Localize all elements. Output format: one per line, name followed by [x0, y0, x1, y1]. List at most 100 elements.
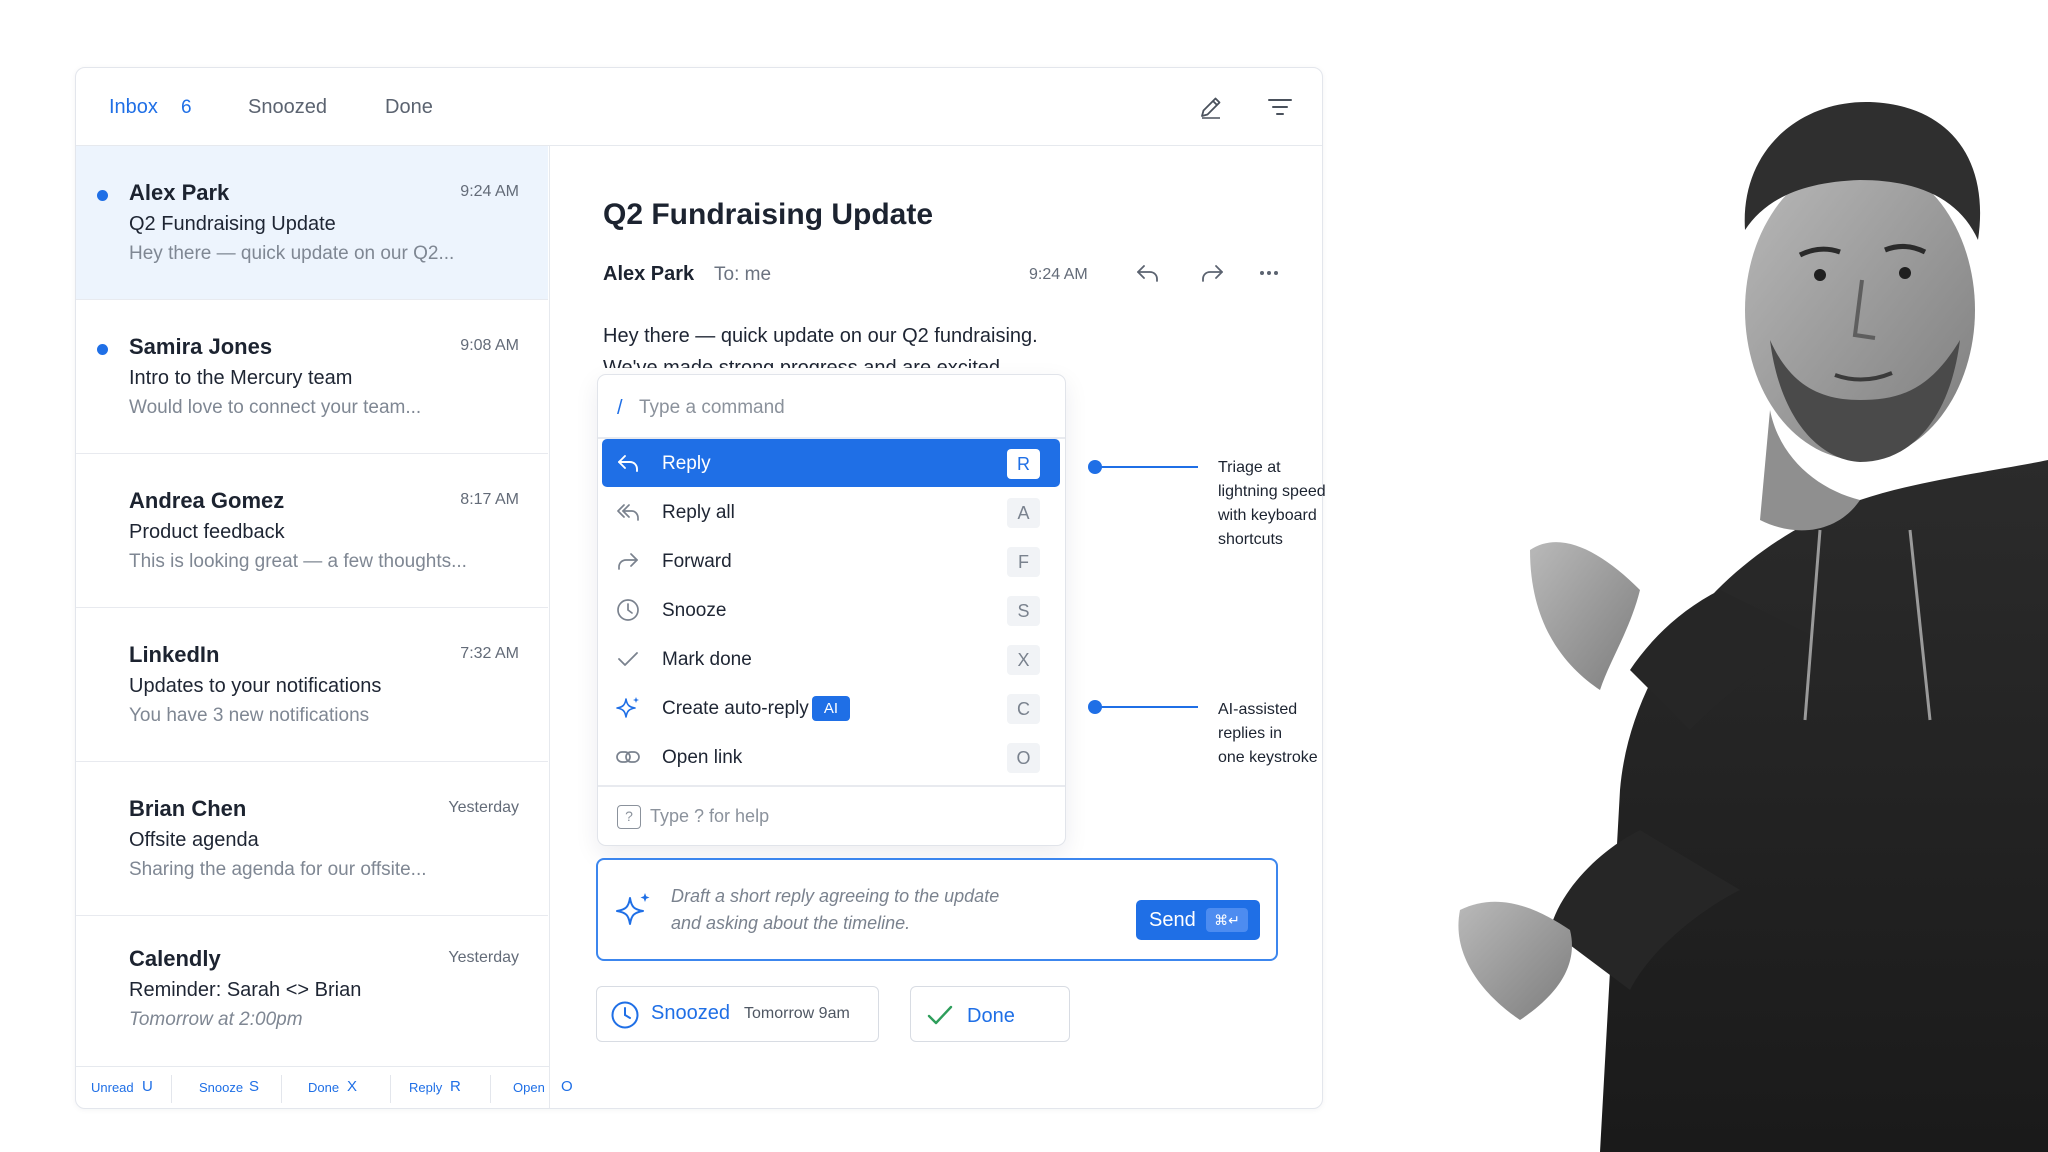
email-subject: Offsite agenda — [129, 829, 259, 851]
email-time: Yesterday — [448, 949, 519, 966]
command-create-auto-reply[interactable]: Create auto-reply AI C — [602, 684, 1060, 732]
email-row[interactable]: LinkedIn 7:32 AM Updates to your notific… — [76, 608, 548, 762]
command-key: X — [1007, 645, 1040, 675]
snoozed-time: Tomorrow 9am — [744, 1005, 850, 1022]
sparkle-icon — [616, 697, 639, 718]
shortcut-unread-key: U — [142, 1078, 153, 1095]
shortcut-done-key: X — [347, 1078, 358, 1095]
draft-prompt-line: and asking about the timeline. — [671, 913, 911, 933]
email-row[interactable]: Calendly Yesterday Reminder: Sarah <> Br… — [76, 916, 548, 1070]
message-to: To: me — [714, 264, 772, 285]
command-label: Snooze — [662, 600, 727, 621]
email-preview: Would love to connect your team... — [129, 397, 422, 418]
divider — [598, 785, 1065, 787]
forward-icon[interactable] — [1197, 258, 1227, 288]
email-subject: Reminder: Sarah <> Brian — [129, 979, 362, 1001]
shortcut-open-label[interactable]: Open — [513, 1080, 545, 1095]
mail-app-window: Inbox 6 Snoozed Done Alex Park 9:24 AM Q… — [75, 67, 1323, 1109]
top-bar: Inbox 6 Snoozed Done — [76, 68, 1322, 146]
compose-icon[interactable] — [1196, 92, 1226, 122]
message-from: Alex Park — [603, 263, 695, 285]
check-icon — [618, 652, 638, 666]
command-label: Open link — [662, 747, 743, 768]
email-row[interactable]: Alex Park 9:24 AM Q2 Fundraising Update … — [76, 146, 548, 300]
divider — [171, 1075, 172, 1103]
command-reply-all[interactable]: Reply all A — [602, 488, 1060, 536]
email-subject: Q2 Fundraising Update — [129, 213, 336, 235]
command-mark-done[interactable]: Mark done X — [602, 635, 1060, 683]
divider — [490, 1075, 491, 1103]
unread-dot — [97, 190, 108, 201]
help-hint: Type ? for help — [650, 806, 770, 826]
email-subject: Intro to the Mercury team — [129, 367, 353, 389]
ai-badge: AI — [812, 696, 850, 721]
send-button[interactable]: Send ⌘↵ — [1136, 900, 1260, 940]
command-label: Create auto-reply — [662, 698, 809, 719]
email-preview: Tomorrow at 2:00pm — [129, 1009, 303, 1030]
message-body-line-clipped: We've made strong progress and are excit… — [603, 354, 1013, 368]
command-label: Mark done — [662, 649, 752, 670]
email-subject: Product feedback — [129, 521, 285, 543]
email-list: Alex Park 9:24 AM Q2 Fundraising Update … — [76, 146, 550, 1066]
command-open-link[interactable]: Open link O — [602, 733, 1060, 781]
email-row[interactable]: Brian Chen Yesterday Offsite agenda Shar… — [76, 762, 548, 916]
email-time: 9:24 AM — [460, 183, 519, 200]
email-sender: Brian Chen — [129, 796, 247, 821]
reply-icon[interactable] — [1133, 258, 1163, 288]
draft-prompt-line: Draft a short reply agreeing to the upda… — [671, 886, 1000, 906]
shortcut-open-key: O — [561, 1078, 573, 1095]
email-time: Yesterday — [448, 799, 519, 816]
send-shortcut: ⌘↵ — [1206, 908, 1248, 932]
command-snooze[interactable]: Snooze S — [602, 586, 1060, 634]
command-key: F — [1007, 547, 1040, 577]
command-forward[interactable]: Forward F — [602, 537, 1060, 585]
email-preview: Hey there — quick update on our Q2... — [129, 243, 455, 264]
more-icon[interactable] — [1254, 258, 1284, 288]
snoozed-status-pill[interactable]: Snoozed Tomorrow 9am — [596, 986, 879, 1042]
sparkle-icon — [616, 893, 650, 925]
email-row[interactable]: Samira Jones 9:08 AM Intro to the Mercur… — [76, 300, 548, 454]
email-preview: This is looking great — a few thoughts..… — [129, 551, 467, 572]
filter-icon[interactable] — [1265, 92, 1295, 122]
divider — [390, 1075, 391, 1103]
shortcut-snooze-label[interactable]: Snooze — [199, 1080, 243, 1095]
shortcut-snooze-key: S — [249, 1078, 260, 1095]
snoozed-label: Snoozed — [651, 1002, 730, 1024]
done-label: Done — [967, 1005, 1015, 1027]
shortcut-reply-label[interactable]: Reply — [409, 1080, 442, 1095]
message-body-line: Hey there — quick update on our Q2 fundr… — [603, 325, 1038, 347]
presenter-photo — [1458, 101, 2048, 1152]
done-status-pill[interactable]: Done — [910, 986, 1070, 1042]
email-sender: Samira Jones — [129, 334, 273, 359]
reply-icon — [618, 455, 638, 472]
command-reply[interactable]: Reply R — [602, 439, 1060, 487]
email-sender: Andrea Gomez — [129, 488, 285, 513]
email-time: 9:08 AM — [460, 337, 519, 354]
callout-line — [1096, 466, 1198, 468]
tab-done[interactable]: Done — [385, 96, 433, 119]
command-prefix: / — [617, 397, 623, 419]
help-icon: ? — [617, 805, 641, 829]
email-sender: Alex Park — [129, 180, 230, 205]
tab-snoozed[interactable]: Snoozed — [248, 96, 327, 119]
clock-icon — [617, 599, 639, 621]
shortcut-done-label[interactable]: Done — [308, 1080, 339, 1095]
email-time: 7:32 AM — [460, 645, 519, 662]
shortcut-footer: Unread U Snooze S Done X Reply R Open O — [76, 1066, 573, 1108]
email-preview: You have 3 new notifications — [129, 705, 370, 726]
send-label: Send — [1149, 909, 1196, 931]
command-input[interactable]: Type a command — [639, 397, 785, 419]
email-sender: Calendly — [129, 946, 221, 971]
tab-inbox[interactable]: Inbox — [109, 96, 158, 119]
reply-all-icon — [617, 504, 639, 521]
clock-icon — [611, 1001, 639, 1029]
command-key: R — [1007, 449, 1040, 479]
email-row[interactable]: Andrea Gomez 8:17 AM Product feedback Th… — [76, 454, 548, 608]
command-label: Reply all — [662, 502, 735, 523]
command-key: C — [1007, 694, 1040, 724]
ai-reply-composer[interactable]: Draft a short reply agreeing to the upda… — [596, 858, 1278, 961]
shortcut-unread-label[interactable]: Unread — [91, 1080, 134, 1095]
message-title: Q2 Fundraising Update — [603, 198, 934, 231]
command-key: A — [1007, 498, 1040, 528]
forward-icon — [618, 553, 638, 570]
